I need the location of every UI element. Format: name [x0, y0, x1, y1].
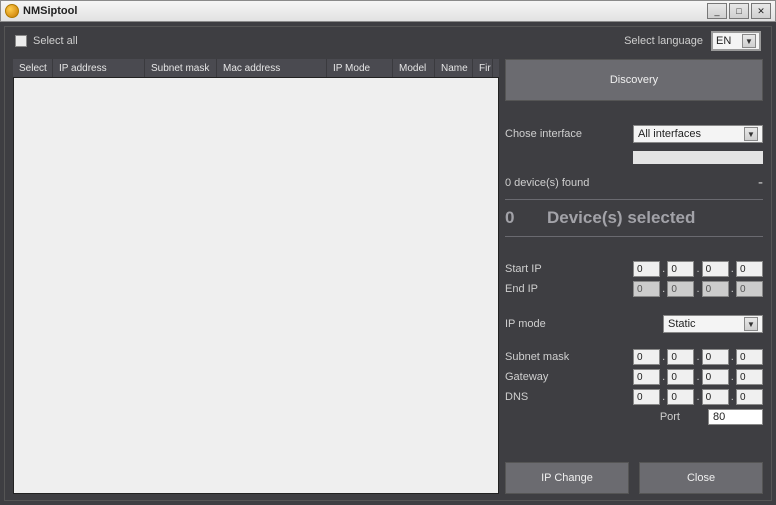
close-window-button[interactable]: ✕	[751, 3, 771, 19]
divider	[505, 199, 763, 200]
chevron-down-icon: ▼	[742, 34, 756, 48]
interface-detail	[633, 151, 763, 164]
table-header: SelectIP addressSubnet maskMac addressIP…	[13, 59, 499, 77]
column-header[interactable]: Name	[435, 59, 473, 77]
close-button[interactable]: Close	[639, 462, 763, 494]
language-select[interactable]: EN ▼	[711, 31, 761, 51]
refresh-icon[interactable]: -	[758, 174, 763, 191]
column-header[interactable]: IP Mode	[327, 59, 393, 77]
subnet-mask-field[interactable]: 0. 0. 0. 0	[633, 349, 763, 365]
minimize-button[interactable]: _	[707, 3, 727, 19]
dns-field[interactable]: 0. 0. 0. 0	[633, 389, 763, 405]
table-body[interactable]	[13, 77, 499, 494]
language-value: EN	[716, 35, 731, 47]
ip-mode-select[interactable]: Static ▼	[663, 315, 763, 333]
end-ip-field[interactable]: 0. 0. 0. 0	[633, 281, 763, 297]
select-language-label: Select language	[624, 35, 703, 47]
app-body: Select all Select language EN ▼ SelectIP…	[4, 26, 772, 501]
maximize-button[interactable]: □	[729, 3, 749, 19]
select-all-label: Select all	[33, 35, 78, 47]
devices-found: 0 device(s) found	[505, 177, 589, 189]
ip-mode-value: Static	[668, 318, 696, 330]
subnet-mask-label: Subnet mask	[505, 351, 633, 363]
chevron-down-icon: ▼	[744, 127, 758, 141]
port-label: Port	[660, 411, 680, 423]
right-panel: Discovery Chose interface All interfaces…	[505, 59, 763, 494]
port-field[interactable]: 80	[708, 409, 763, 425]
ip-change-button[interactable]: IP Change	[505, 462, 629, 494]
close-label: Close	[687, 472, 715, 484]
chose-interface-label: Chose interface	[505, 128, 633, 140]
end-ip-label: End IP	[505, 283, 633, 295]
divider	[505, 236, 763, 237]
column-header[interactable]: Fir	[473, 59, 493, 77]
interface-select[interactable]: All interfaces ▼	[633, 125, 763, 143]
chevron-down-icon: ▼	[744, 317, 758, 331]
gateway-field[interactable]: 0. 0. 0. 0	[633, 369, 763, 385]
app-title: NMSiptool	[23, 5, 77, 17]
column-header[interactable]: IP address	[53, 59, 145, 77]
app-icon	[5, 4, 19, 18]
titlebar: NMSiptool _ □ ✕	[0, 0, 776, 22]
column-header[interactable]: Select	[13, 59, 53, 77]
start-ip-field[interactable]: 0. 0. 0. 0	[633, 261, 763, 277]
selected-count: 0	[505, 208, 529, 228]
top-strip: Select all Select language EN ▼	[5, 27, 771, 55]
selected-label: Device(s) selected	[547, 208, 695, 228]
discovery-label: Discovery	[610, 74, 658, 86]
discovery-button[interactable]: Discovery	[505, 59, 763, 101]
column-header[interactable]: Model	[393, 59, 435, 77]
ip-change-label: IP Change	[541, 472, 593, 484]
dns-label: DNS	[505, 391, 633, 403]
column-header[interactable]: Subnet mask	[145, 59, 217, 77]
device-table: SelectIP addressSubnet maskMac addressIP…	[13, 59, 499, 494]
gateway-label: Gateway	[505, 371, 633, 383]
start-ip-label: Start IP	[505, 263, 633, 275]
ip-mode-label: IP mode	[505, 318, 663, 330]
interface-value: All interfaces	[638, 128, 701, 140]
column-header[interactable]: Mac address	[217, 59, 327, 77]
select-all-checkbox[interactable]	[15, 35, 27, 47]
